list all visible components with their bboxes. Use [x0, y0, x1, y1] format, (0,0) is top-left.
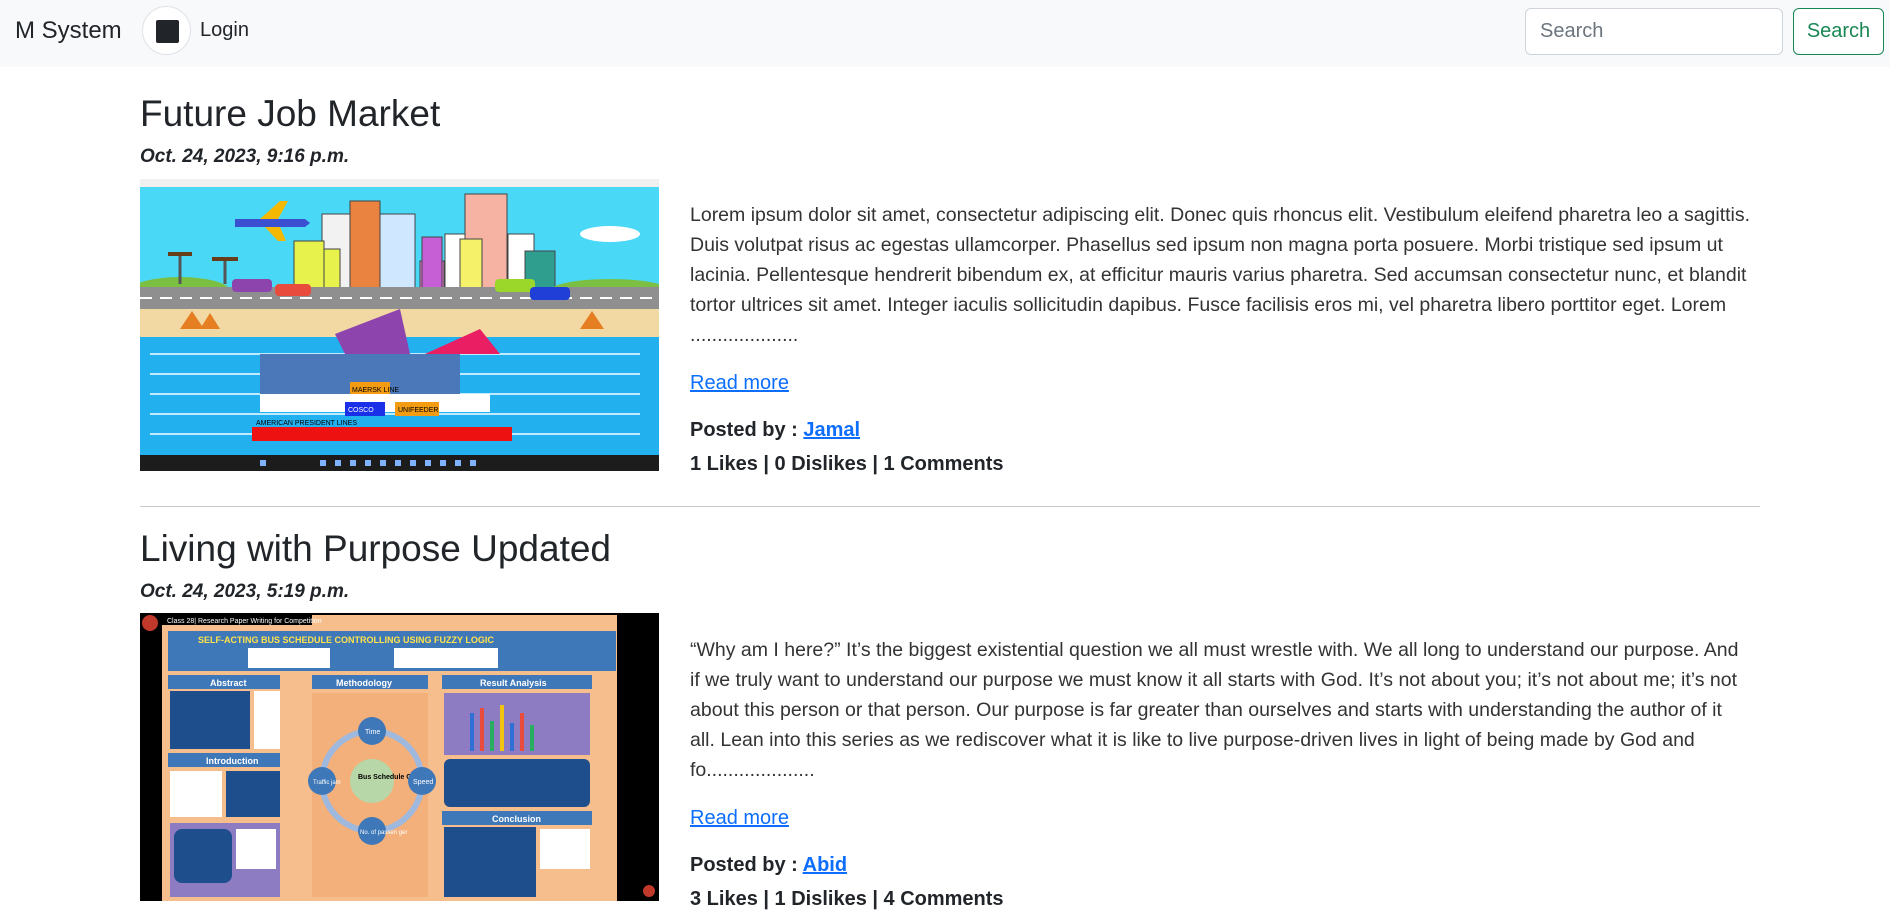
search-button[interactable]: Search	[1793, 8, 1884, 55]
poster-introduction: Introduction	[206, 756, 259, 766]
posted-by: Posted by : Abid	[690, 854, 847, 877]
post-title[interactable]: Living with Purpose Updated	[140, 528, 611, 570]
post-card: Living with Purpose Updated Oct. 24, 202…	[140, 0, 1760, 910]
poster-methodology: Methodology	[336, 678, 392, 688]
post-excerpt: “Why am I here?” It’s the biggest existe…	[690, 639, 1739, 781]
posted-by-label: Posted by :	[690, 854, 798, 876]
poster-node-time: Time	[365, 729, 380, 736]
post-thumbnail[interactable]: Class 28| Research Paper Writing for Com…	[140, 613, 659, 901]
read-more-link[interactable]: Read more	[690, 807, 789, 830]
poster-title: SELF-ACTING BUS SCHEDULE CONTROLLING USI…	[198, 635, 494, 645]
poster-result: Result Analysis	[480, 678, 547, 688]
post-date: Oct. 24, 2023, 5:19 p.m.	[140, 581, 350, 602]
poster-node-passenger: No. of passen ger	[360, 830, 407, 836]
brand-link[interactable]: M System	[15, 17, 122, 45]
poster-node-traffic: Traffic jam	[313, 780, 341, 786]
research-poster-illustration: Class 28| Research Paper Writing for Com…	[140, 613, 659, 901]
poster-header: Class 28| Research Paper Writing for Com…	[167, 618, 322, 625]
poster-abstract: Abstract	[210, 678, 247, 688]
post-stats: 3 Likes | 1 Dislikes | 4 Comments	[690, 888, 1004, 910]
poster-node-speed: Speed	[413, 779, 433, 786]
author-link[interactable]: Abid	[803, 854, 847, 876]
poster-conclusion: Conclusion	[492, 814, 541, 824]
